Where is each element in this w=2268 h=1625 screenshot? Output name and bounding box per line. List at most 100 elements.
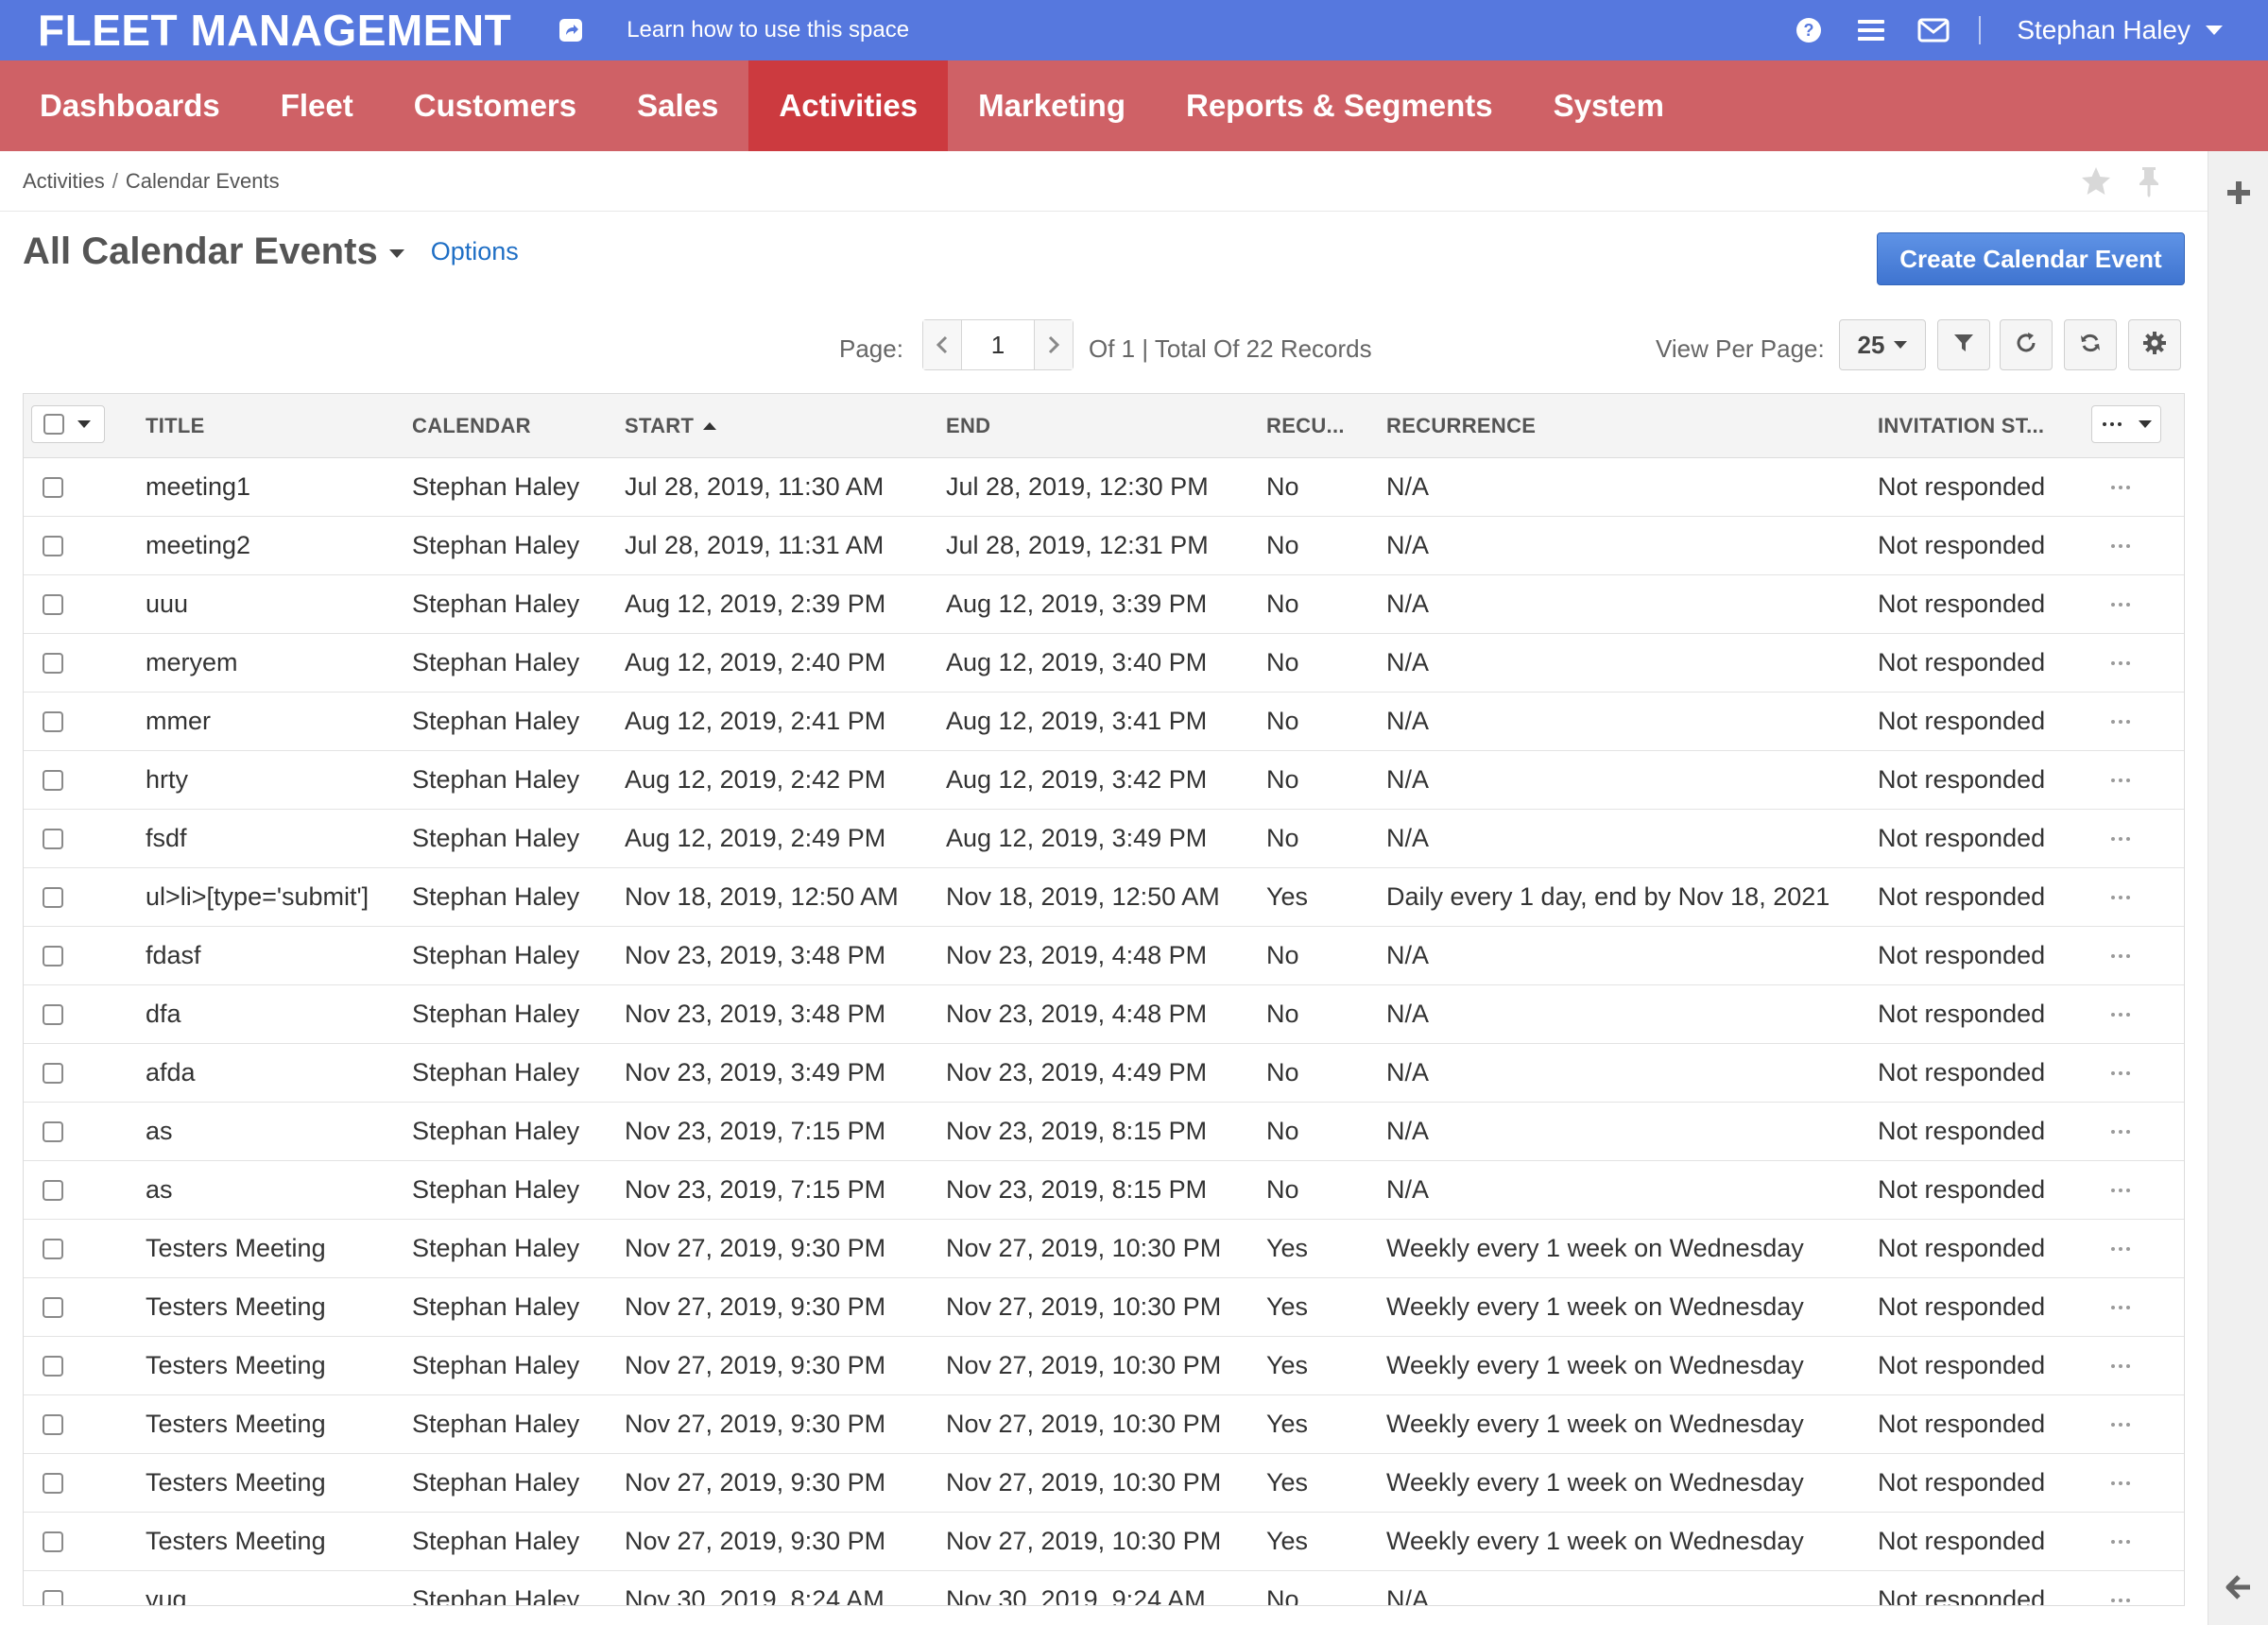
row-actions-menu[interactable]: [2099, 693, 2142, 750]
table-row[interactable]: as Stephan Haley Nov 23, 2019, 7:15 PM Nov …: [24, 1103, 2184, 1161]
row-checkbox[interactable]: [43, 886, 63, 908]
row-checkbox[interactable]: [43, 1003, 63, 1025]
row-checkbox[interactable]: [43, 1531, 63, 1552]
row-actions-menu[interactable]: [2099, 868, 2142, 926]
row-actions-menu[interactable]: [2099, 1220, 2142, 1277]
chevron-down-icon[interactable]: [77, 420, 91, 428]
table-row[interactable]: meryem Stephan Haley Aug 12, 2019, 2:40 PM…: [24, 634, 2184, 693]
row-actions-menu[interactable]: [2099, 810, 2142, 867]
nav-item-sales[interactable]: Sales: [607, 60, 748, 151]
table-row[interactable]: fdasf Stephan Haley Nov 23, 2019, 3:48 PM N…: [24, 927, 2184, 985]
row-checkbox[interactable]: [43, 1120, 63, 1142]
create-calendar-event-button[interactable]: Create Calendar Event: [1877, 232, 2185, 285]
column-header-recurring[interactable]: RECU...: [1266, 394, 1345, 458]
row-actions-menu[interactable]: [2099, 634, 2142, 692]
table-row[interactable]: uuu Stephan Haley Aug 12, 2019, 2:39 PM Aug…: [24, 575, 2184, 634]
row-checkbox[interactable]: [43, 1179, 63, 1201]
row-checkbox[interactable]: [43, 652, 63, 674]
table-row[interactable]: meeting2 Stephan Haley Jul 28, 2019, 11:31…: [24, 517, 2184, 575]
user-menu[interactable]: Stephan Haley: [2017, 15, 2223, 45]
help-icon[interactable]: ?: [1792, 13, 1826, 47]
row-checkbox[interactable]: [43, 593, 63, 615]
table-row[interactable]: hrty Stephan Haley Aug 12, 2019, 2:42 PM Au…: [24, 751, 2184, 810]
table-row[interactable]: yug Stephan Haley Nov 30, 2019, 8:24 AM Nov…: [24, 1571, 2184, 1605]
app-brand[interactable]: FLEET MANAGEMENT: [38, 5, 511, 56]
next-page-button[interactable]: [1035, 320, 1073, 369]
filter-button[interactable]: [1937, 319, 1990, 370]
row-checkbox[interactable]: [43, 710, 63, 732]
plus-icon[interactable]: [2222, 176, 2256, 210]
row-actions-menu[interactable]: [2099, 1571, 2142, 1605]
hamburger-menu-icon[interactable]: [1854, 13, 1888, 47]
column-header-start[interactable]: START: [625, 394, 717, 458]
table-row[interactable]: Testers Meeting Stephan Haley Nov 27, 2019…: [24, 1337, 2184, 1395]
row-actions-menu[interactable]: [2099, 1161, 2142, 1219]
table-row[interactable]: dfa Stephan Haley Nov 23, 2019, 3:48 PM Nov…: [24, 985, 2184, 1044]
column-options-menu[interactable]: [2091, 405, 2161, 443]
row-checkbox[interactable]: [43, 828, 63, 849]
table-row[interactable]: fsdf Stephan Haley Aug 12, 2019, 2:49 PM Au…: [24, 810, 2184, 868]
table-row[interactable]: as Stephan Haley Nov 23, 2019, 7:15 PM Nov …: [24, 1161, 2184, 1220]
table-row[interactable]: meeting1 Stephan Haley Jul 28, 2019, 11:30…: [24, 458, 2184, 517]
column-header-invitation-status[interactable]: INVITATION ST...: [1878, 394, 2044, 458]
row-checkbox[interactable]: [43, 1589, 63, 1605]
options-link[interactable]: Options: [431, 237, 519, 266]
refresh-button[interactable]: [2000, 319, 2053, 370]
column-header-end[interactable]: END: [946, 394, 990, 458]
nav-item-marketing[interactable]: Marketing: [948, 60, 1156, 151]
table-row[interactable]: mmer Stephan Haley Aug 12, 2019, 2:41 PM Au…: [24, 693, 2184, 751]
row-checkbox[interactable]: [43, 1238, 63, 1259]
row-actions-menu[interactable]: [2099, 575, 2142, 633]
column-header-title[interactable]: TITLE: [146, 394, 205, 458]
column-header-calendar[interactable]: CALENDAR: [412, 394, 531, 458]
mail-icon[interactable]: [1916, 13, 1950, 47]
external-share-icon[interactable]: [557, 16, 585, 44]
table-row[interactable]: Testers Meeting Stephan Haley Nov 27, 2019…: [24, 1395, 2184, 1454]
nav-item-activities[interactable]: Activities: [748, 60, 949, 151]
chevron-down-icon[interactable]: [388, 249, 404, 258]
page-number-input[interactable]: 1: [961, 320, 1035, 369]
table-row[interactable]: Testers Meeting Stephan Haley Nov 27, 2019…: [24, 1513, 2184, 1571]
row-actions-menu[interactable]: [2099, 1044, 2142, 1102]
page-title[interactable]: All Calendar Events: [23, 231, 378, 273]
row-actions-menu[interactable]: [2099, 1513, 2142, 1570]
table-row[interactable]: Testers Meeting Stephan Haley Nov 27, 2019…: [24, 1220, 2184, 1278]
row-checkbox[interactable]: [43, 535, 63, 556]
row-actions-menu[interactable]: [2099, 1103, 2142, 1160]
per-page-select[interactable]: 25: [1839, 319, 1926, 370]
row-actions-menu[interactable]: [2099, 458, 2142, 516]
nav-item-reports-segments[interactable]: Reports & Segments: [1156, 60, 1523, 151]
select-all-checkbox[interactable]: [43, 414, 64, 435]
row-actions-menu[interactable]: [2099, 1454, 2142, 1512]
row-actions-menu[interactable]: [2099, 517, 2142, 574]
row-actions-menu[interactable]: [2099, 927, 2142, 984]
row-checkbox[interactable]: [43, 1062, 63, 1084]
table-row[interactable]: Testers Meeting Stephan Haley Nov 27, 2019…: [24, 1278, 2184, 1337]
prev-page-button[interactable]: [923, 320, 961, 369]
breadcrumb-activities[interactable]: Activities: [23, 169, 105, 194]
row-actions-menu[interactable]: [2099, 1278, 2142, 1336]
row-checkbox[interactable]: [43, 769, 63, 791]
table-row[interactable]: afda Stephan Haley Nov 23, 2019, 3:49 PM No…: [24, 1044, 2184, 1103]
arrow-left-icon[interactable]: [2222, 1570, 2256, 1604]
select-all-dropdown[interactable]: [31, 405, 105, 443]
row-actions-menu[interactable]: [2099, 1395, 2142, 1453]
row-checkbox[interactable]: [43, 476, 63, 498]
reset-button[interactable]: [2064, 319, 2117, 370]
row-checkbox[interactable]: [43, 1413, 63, 1435]
row-actions-menu[interactable]: [2099, 1337, 2142, 1394]
settings-button[interactable]: [2128, 319, 2181, 370]
nav-item-fleet[interactable]: Fleet: [250, 60, 384, 151]
table-row[interactable]: ul>li>[type='submit'] Stephan Haley Nov 18…: [24, 868, 2184, 927]
row-actions-menu[interactable]: [2099, 751, 2142, 809]
row-checkbox[interactable]: [43, 1296, 63, 1318]
column-header-recurrence[interactable]: RECURRENCE: [1386, 394, 1536, 458]
star-icon[interactable]: [2075, 161, 2117, 202]
nav-item-customers[interactable]: Customers: [384, 60, 607, 151]
learn-link[interactable]: Learn how to use this space: [627, 17, 909, 43]
pin-icon[interactable]: [2128, 161, 2170, 202]
nav-item-dashboards[interactable]: Dashboards: [0, 60, 250, 151]
row-checkbox[interactable]: [43, 1355, 63, 1377]
row-actions-menu[interactable]: [2099, 985, 2142, 1043]
nav-item-system[interactable]: System: [1523, 60, 1694, 151]
